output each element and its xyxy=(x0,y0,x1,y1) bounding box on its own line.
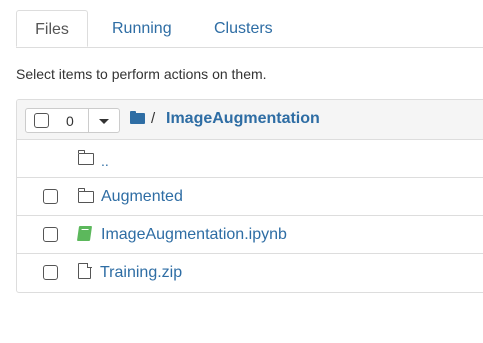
file-icon xyxy=(78,262,92,279)
tab-clusters[interactable]: Clusters xyxy=(214,10,273,46)
item-checkbox[interactable] xyxy=(43,227,58,242)
list-item: Augmented xyxy=(17,178,483,216)
breadcrumb-separator: / xyxy=(151,110,156,127)
file-list-header: 0 / ImageAugmentation xyxy=(17,100,483,140)
caret-down-icon xyxy=(99,119,109,124)
folder-icon[interactable] xyxy=(130,111,145,124)
list-item-parent-dir[interactable]: .. xyxy=(17,140,483,178)
item-link[interactable]: Training.zip xyxy=(100,263,182,283)
file-list-panel: 0 / ImageAugmentation .. Augmented Image… xyxy=(16,99,483,293)
item-link[interactable]: Augmented xyxy=(101,187,183,207)
tab-files[interactable]: Files xyxy=(16,10,88,47)
item-checkbox[interactable] xyxy=(43,265,58,280)
item-link[interactable]: ImageAugmentation.ipynb xyxy=(101,225,287,245)
notebook-icon xyxy=(76,226,93,241)
select-menu-dropdown-button[interactable] xyxy=(88,108,120,133)
breadcrumb-current-dir[interactable]: ImageAugmentation xyxy=(166,109,320,129)
parent-dir-link[interactable]: .. xyxy=(101,152,109,170)
folder-icon xyxy=(77,150,94,165)
list-item: ImageAugmentation.ipynb xyxy=(17,216,483,254)
selected-count: 0 xyxy=(66,113,74,129)
item-checkbox[interactable] xyxy=(43,189,58,204)
tab-running[interactable]: Running xyxy=(112,10,172,46)
select-all-button[interactable]: 0 xyxy=(25,108,89,133)
tab-bar: Files Running Clusters xyxy=(16,10,483,48)
instructions-text: Select items to perform actions on them. xyxy=(16,66,267,82)
select-all-checkbox[interactable] xyxy=(34,113,49,128)
folder-icon xyxy=(77,188,94,203)
list-item: Training.zip xyxy=(17,254,483,292)
